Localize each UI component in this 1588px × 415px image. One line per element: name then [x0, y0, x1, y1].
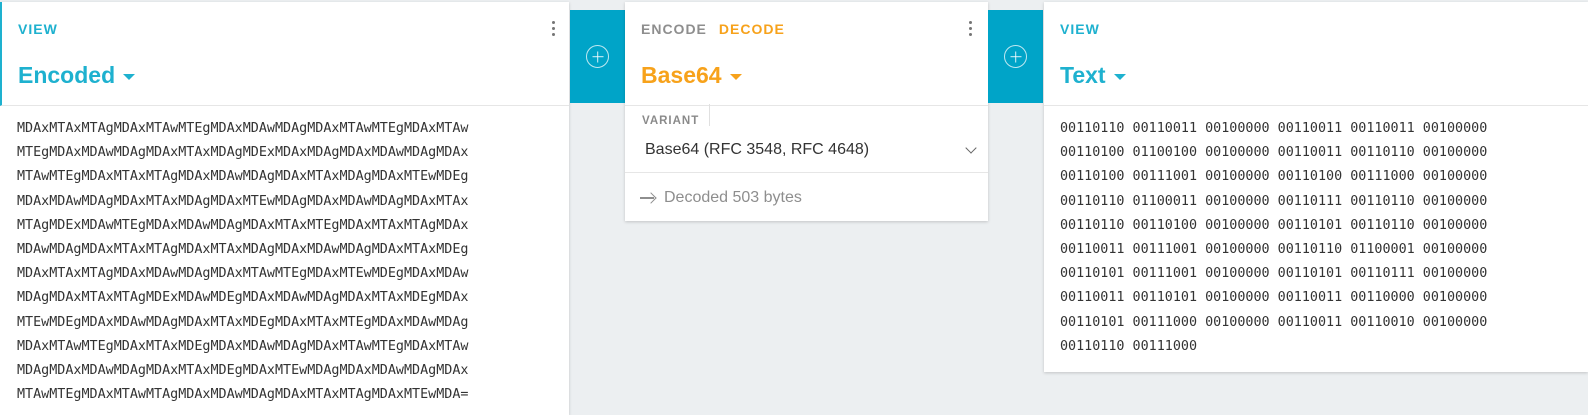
- caret-down-icon: [1113, 73, 1126, 80]
- encoded-text-line: MTEwMDEgMDAxMDAwMDAgMDAxMTAxMDEgMDAxMTAx…: [17, 314, 469, 330]
- text-panel-header: VIEW Text: [1044, 2, 1588, 106]
- add-circle-icon[interactable]: [586, 45, 609, 68]
- encode-tab[interactable]: ENCODE: [641, 21, 707, 37]
- encoded-text-line: MDAwMDAgMDAxMTAxMTAgMDAxMTAxMDAgMDAxMDAw…: [17, 242, 469, 258]
- more-options-icon[interactable]: [960, 18, 980, 38]
- variant-select[interactable]: Base64 (RFC 3548, RFC 4648): [645, 140, 979, 160]
- decoded-text-line: 00110110 01100011 00100000 00110111 0011…: [1060, 193, 1488, 209]
- encoded-text-line: MTAgMDExMDAwMTEgMDAxMDAwMDAgMDAxMTAxMTEg…: [17, 217, 469, 233]
- format-selector-encoded[interactable]: Encoded: [18, 62, 136, 89]
- variant-separator: [625, 172, 988, 173]
- text-output-area[interactable]: 00110110 00110011 00100000 00110011 0011…: [1044, 106, 1588, 359]
- encoded-text-line: MDAgMDAxMDAwMDAgMDAxMTAxMDEgMDAxMTEwMDAg…: [17, 363, 469, 379]
- chevron-down-icon: [965, 142, 977, 154]
- encoded-text-line: MTAwMTEgMDAxMTAxMTAgMDAxMDAwMDAgMDAxMTAx…: [17, 169, 469, 185]
- decoded-text-line: 00110100 00111001 00100000 00110100 0011…: [1060, 169, 1488, 185]
- decode-tab[interactable]: DECODE: [719, 21, 785, 37]
- add-brick-bar-1: [570, 10, 625, 103]
- format-selector-base64[interactable]: Base64: [641, 62, 742, 89]
- view-tab[interactable]: VIEW: [18, 21, 58, 37]
- decoded-text-line: 00110100 01100100 00100000 00110011 0011…: [1060, 145, 1488, 161]
- variant-value: Base64 (RFC 3548, RFC 4648): [645, 141, 870, 158]
- base64-panel-tabs: ENCODE DECODE: [641, 21, 785, 37]
- decoded-text-line: 00110110 00110100 00100000 00110101 0011…: [1060, 217, 1488, 233]
- decode-status: Decoded 503 bytes: [640, 189, 802, 207]
- format-label: Text: [1060, 62, 1106, 88]
- encoded-panel-header: VIEW Encoded: [0, 2, 569, 106]
- text-panel-tabs: VIEW: [1060, 21, 1100, 37]
- encoded-text-line: MDAxMTAxMTAgMDAxMTAwMTEgMDAxMDAwMDAgMDAx…: [17, 121, 469, 136]
- decoded-text-line: 00110011 00110101 00100000 00110011 0011…: [1060, 290, 1488, 306]
- decoded-text-line: 00110101 00111001 00100000 00110101 0011…: [1060, 266, 1488, 282]
- encoded-view-panel: VIEW Encoded MDAxMTAxMTAgMDAxMTAwMTEgMDA…: [0, 2, 569, 415]
- decoded-text-line: 00110110 00110011 00100000 00110011 0011…: [1060, 121, 1488, 136]
- format-label: Encoded: [18, 62, 116, 88]
- add-circle-icon[interactable]: [1004, 45, 1027, 68]
- encoded-text-area[interactable]: MDAxMTAxMTAgMDAxMTAwMTEgMDAxMDAwMDAgMDAx…: [0, 106, 569, 407]
- add-brick-bar-2: [988, 10, 1043, 103]
- format-label: Base64: [641, 62, 722, 88]
- caret-down-icon: [123, 73, 136, 80]
- encoded-text-line: MDAgMDAxMTAxMTAgMDExMDAwMDEgMDAxMDAwMDAg…: [17, 290, 469, 306]
- encoded-text-line: MTAwMTEgMDAxMTAwMTAgMDAxMDAwMDAgMDAxMTAx…: [17, 387, 469, 403]
- format-selector-text[interactable]: Text: [1060, 62, 1126, 89]
- variant-divider: [709, 104, 710, 126]
- encoded-text-line: MDAxMDAwMDAgMDAxMTAxMDAgMDAxMTEwMDAgMDAx…: [17, 193, 469, 209]
- encoded-text-line: MTEgMDAxMDAwMDAgMDAxMTAxMDAgMDExMDAxMDAg…: [17, 145, 469, 161]
- text-view-panel: VIEW Text 00110110 00110011 00100000 001…: [1044, 2, 1588, 372]
- view-tab[interactable]: VIEW: [1060, 21, 1100, 37]
- decoded-text-line: 00110110 00111000: [1060, 338, 1198, 354]
- decoded-text-line: 00110011 00111001 00100000 00110110 0110…: [1060, 242, 1488, 258]
- encoded-panel-tabs: VIEW: [18, 21, 58, 37]
- variant-label: VARIANT: [642, 115, 700, 127]
- encoded-text-line: MDAxMTAwMTEgMDAxMTAxMDEgMDAxMDAwMDAgMDAx…: [17, 338, 469, 354]
- decoded-text-line: 00110101 00111000 00100000 00110011 0011…: [1060, 314, 1488, 330]
- encoded-text-line: MDAxMTAxMTAgMDAxMDAwMDAgMDAxMTAwMTEgMDAx…: [17, 266, 469, 282]
- status-text: Decoded 503 bytes: [664, 189, 802, 206]
- base64-panel-header: ENCODE DECODE Base64: [625, 2, 988, 106]
- more-options-icon[interactable]: [543, 18, 563, 38]
- arrow-right-icon: [640, 192, 656, 204]
- caret-down-icon: [729, 73, 742, 80]
